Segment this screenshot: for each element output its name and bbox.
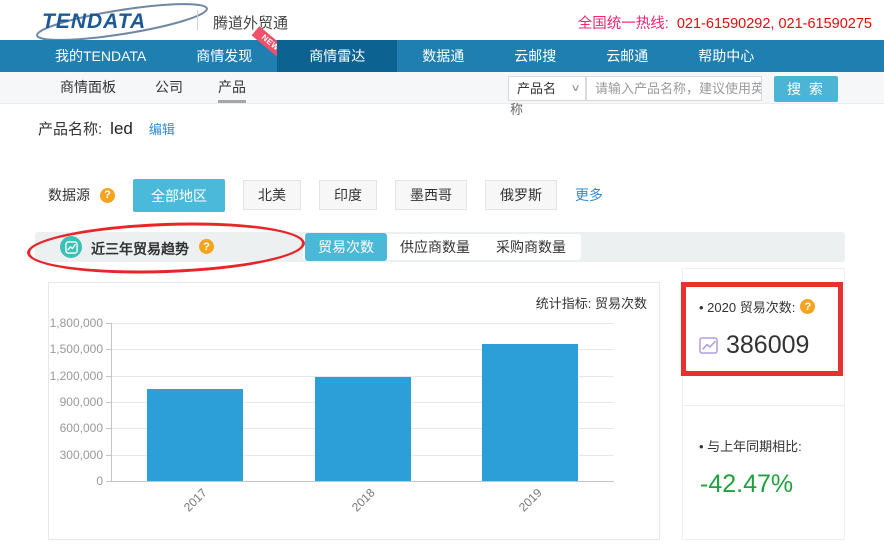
- nav-item-cloud-mail-pass[interactable]: 云邮通: [581, 40, 673, 72]
- brand-name: 腾道外贸通: [213, 15, 289, 32]
- line-chart-icon: [60, 236, 82, 258]
- bar-2019[interactable]: [482, 344, 578, 481]
- top-header: TENDATA 腾道外贸通 全国统一热线: 021-61590292, 021-…: [0, 0, 884, 41]
- nav-item-biz-discovery[interactable]: 商情发现 NEW: [171, 26, 289, 72]
- nav-item-help-center[interactable]: 帮助中心: [673, 40, 779, 72]
- data-source-filter-row: 数据源 ? 全部地区 北美 印度 墨西哥 俄罗斯 更多: [48, 178, 603, 212]
- tab-supplier-count[interactable]: 供应商数量: [387, 233, 483, 261]
- x-tick-wrap: 2018: [313, 486, 413, 515]
- nav-item-my-tendata[interactable]: 我的TENDATA: [30, 40, 171, 72]
- product-name-value: led: [110, 119, 133, 138]
- help-icon[interactable]: ?: [800, 299, 816, 314]
- region-button-mexico[interactable]: 墨西哥: [395, 180, 467, 210]
- metric-current-section: • 2020 贸易次数: ? 386009: [683, 269, 844, 406]
- y-tick-label: 600,000: [59, 421, 103, 435]
- metric-yoy-label: • 与上年同期相比:: [699, 439, 802, 454]
- search-input[interactable]: 请输入产品名称，建议使用英: [586, 76, 762, 101]
- edit-link[interactable]: 编辑: [149, 119, 175, 138]
- region-button-india[interactable]: 印度: [319, 180, 377, 210]
- x-tick-wrap: 2019: [480, 486, 580, 515]
- metric-current-value: 386009: [726, 331, 810, 359]
- product-line: 产品名称: led 编辑: [38, 118, 175, 139]
- bar-2017[interactable]: [147, 389, 243, 481]
- trend-title: 近三年贸易趋势: [91, 241, 189, 257]
- hotline-label: 全国统一热线:: [577, 16, 669, 32]
- search-button[interactable]: 搜 索: [774, 76, 838, 102]
- x-tick-label: 2018: [348, 485, 378, 515]
- subnav-item-product[interactable]: 产品: [218, 72, 246, 103]
- region-button-all[interactable]: 全部地区: [133, 178, 225, 212]
- brand-divider: [197, 10, 198, 30]
- region-button-north-america[interactable]: 北美: [243, 180, 301, 210]
- search-placeholder-overflow: 称: [510, 102, 524, 117]
- metric-yoy-value: -42.47%: [700, 470, 794, 498]
- tab-trade-count[interactable]: 贸易次数: [305, 233, 387, 261]
- nav-item-data-pass[interactable]: 数据通: [397, 40, 489, 72]
- metrics-panel: • 2020 贸易次数: ? 386009 • 与上年同期相比: -42.47%: [682, 268, 845, 540]
- logo-text: TENDATA: [42, 10, 147, 33]
- x-tick-wrap: 2017: [145, 486, 245, 515]
- y-tick-label: 900,000: [59, 395, 103, 409]
- region-button-russia[interactable]: 俄罗斯: [485, 180, 557, 210]
- main-nav: 我的TENDATA 商情发现 NEW 商情雷达 数据通 云邮搜 云邮通 帮助中心: [0, 26, 884, 72]
- tendata-logo[interactable]: TENDATA: [36, 2, 236, 41]
- axis-tick: [106, 481, 111, 482]
- chevron-down-icon: ∨: [570, 83, 581, 94]
- hotline-numbers: 021-61590292, 021-61590275: [676, 16, 872, 32]
- nav-item-label: 商情发现: [196, 48, 253, 64]
- data-source-label: 数据源: [48, 187, 90, 203]
- gridline: [111, 323, 614, 324]
- bar-2018[interactable]: [315, 377, 411, 481]
- trend-tabs: 贸易次数 供应商数量 采购商数量: [303, 233, 581, 261]
- x-axis-line: [111, 481, 614, 482]
- search-category-value: 产品名: [517, 81, 557, 96]
- x-tick-label: 2019: [515, 485, 545, 515]
- nav-item-cloud-mail-search[interactable]: 云邮搜: [489, 40, 581, 72]
- help-icon[interactable]: ?: [100, 187, 115, 203]
- metric-current-label: • 2020 贸易次数:: [699, 300, 796, 315]
- x-tick-label: 2017: [180, 485, 210, 515]
- tab-buyer-count[interactable]: 采购商数量: [483, 233, 579, 261]
- y-tick-label: 1,800,000: [49, 316, 103, 330]
- y-tick-label: 0: [96, 474, 103, 488]
- subnav-item-dashboard[interactable]: 商情面板: [60, 72, 116, 103]
- y-axis-line: [111, 323, 112, 481]
- nav-item-biz-radar[interactable]: 商情雷达: [277, 40, 398, 72]
- trend-section-header: 近三年贸易趋势 ? 贸易次数 供应商数量 采购商数量: [35, 232, 845, 262]
- help-icon[interactable]: ?: [199, 239, 214, 254]
- metric-yoy-section: • 与上年同期相比: -42.47%: [683, 406, 844, 540]
- y-tick-label: 1,200,000: [49, 369, 103, 383]
- hotline: 全国统一热线: 021-61590292, 021-61590275: [578, 12, 872, 33]
- stat-indicator-label: 统计指标: 贸易次数: [535, 296, 647, 311]
- metric-current-value-row: 386009: [699, 331, 809, 360]
- y-tick-label: 1,500,000: [49, 342, 103, 356]
- trade-trend-bar-chart: 统计指标: 贸易次数 0 300,000 600,000 900,000 1,200,0…: [48, 282, 660, 540]
- subnav-item-company[interactable]: 公司: [155, 72, 183, 103]
- search-category-select[interactable]: 产品名 ∨: [508, 76, 586, 101]
- metric-current-label-row: • 2020 贸易次数: ?: [699, 297, 816, 316]
- line-chart-icon: [699, 337, 718, 354]
- y-tick-label: 300,000: [59, 448, 103, 462]
- more-regions-link[interactable]: 更多: [575, 185, 603, 205]
- product-name-label: 产品名称:: [38, 121, 103, 138]
